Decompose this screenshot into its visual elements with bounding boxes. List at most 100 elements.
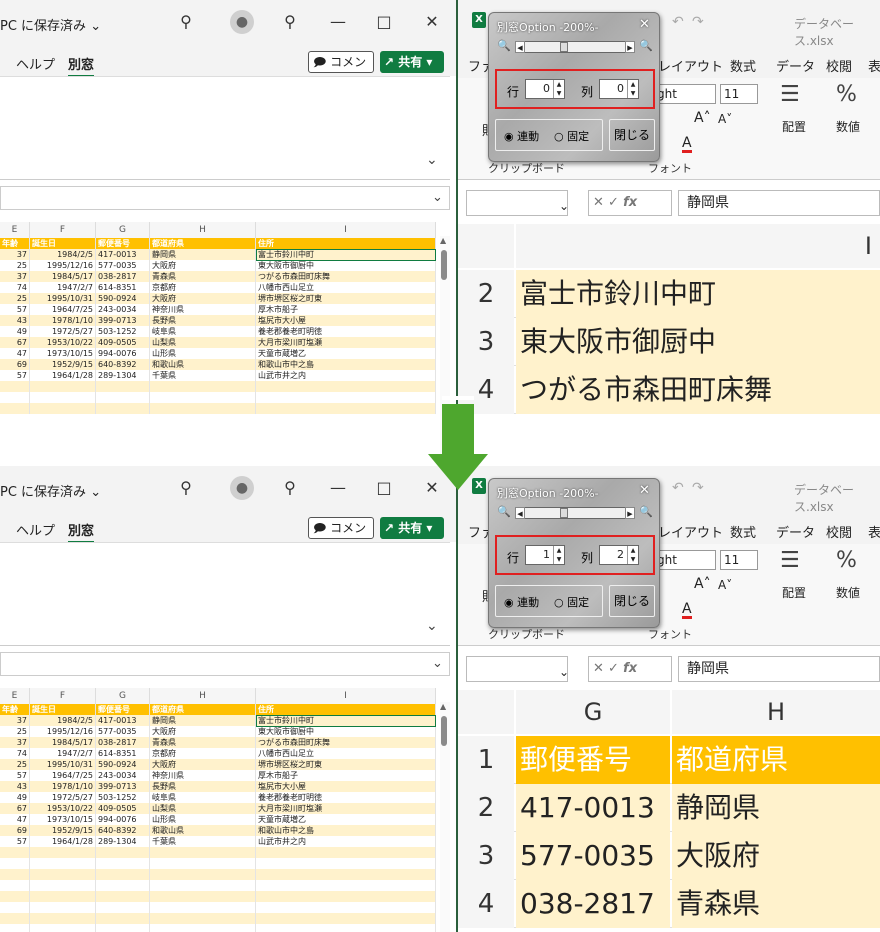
table-cell[interactable]: 長野県 xyxy=(150,781,256,792)
table-cell[interactable]: 1972/5/27 xyxy=(30,792,96,803)
dialog-close-button[interactable]: 閉じる xyxy=(609,585,655,617)
table-cell[interactable]: 37 xyxy=(0,271,30,282)
number-label[interactable]: 数値 xyxy=(836,584,860,601)
table-cell[interactable] xyxy=(150,869,256,880)
table-cell[interactable]: 山梨県 xyxy=(150,337,256,348)
spin-up-icon[interactable]: ▲ xyxy=(553,546,564,555)
table-cell[interactable]: 山形県 xyxy=(150,814,256,825)
header-cell[interactable]: 郵便番号 xyxy=(96,238,150,249)
table-cell[interactable]: 399-0713 xyxy=(96,315,150,326)
ribbon-tab[interactable]: レイアウト xyxy=(658,56,723,75)
zoom-knob[interactable] xyxy=(560,508,568,518)
table-row[interactable] xyxy=(0,902,436,913)
table-cell[interactable]: 養老郡養老町明徳 xyxy=(256,326,436,337)
table-cell[interactable]: 57 xyxy=(0,770,30,781)
fx-button[interactable]: ✕ ✓ fx xyxy=(588,190,672,216)
table-row[interactable] xyxy=(0,381,436,392)
table-cell[interactable]: 八幡市西山足立 xyxy=(256,748,436,759)
scroll-up-icon[interactable]: ▲ xyxy=(440,702,446,711)
spin-up-icon[interactable]: ▲ xyxy=(627,546,638,555)
spreadsheet-grid[interactable]: E F G H I 年齢 誕生日 郵便番号 都道府県 住所 37 1984/2/5 417-0013 静岡… xyxy=(0,222,456,466)
header-cell[interactable]: 誕生日 xyxy=(30,704,96,715)
redo-icon[interactable]: ↷ xyxy=(692,14,704,30)
table-cell[interactable]: 静岡県 xyxy=(150,249,256,260)
header-cell[interactable]: 住所 xyxy=(256,238,436,249)
ribbon-tab[interactable]: レイアウト xyxy=(658,522,723,541)
radio-linked[interactable]: ◉ 連動 xyxy=(504,128,539,144)
avatar-icon[interactable]: ● xyxy=(230,10,254,34)
table-cell[interactable] xyxy=(0,902,30,913)
column-header[interactable]: H xyxy=(672,690,880,734)
table-cell[interactable]: 京都府 xyxy=(150,282,256,293)
font-color-icon[interactable]: A xyxy=(682,136,692,153)
table-cell[interactable]: 養老郡養老町明徳 xyxy=(256,792,436,803)
align-icon[interactable]: ☰ xyxy=(780,548,800,573)
table-cell[interactable]: 大月市梁川町塩瀬 xyxy=(256,803,436,814)
menu-betsumado[interactable]: 別窓 xyxy=(68,54,95,77)
table-cell[interactable] xyxy=(150,902,256,913)
table-cell[interactable]: 大阪府 xyxy=(150,759,256,770)
table-cell[interactable]: つがる市森田町床舞 xyxy=(256,271,436,282)
table-cell[interactable]: 37 xyxy=(0,715,30,726)
table-cell[interactable] xyxy=(256,880,436,891)
table-cell[interactable]: 1995/10/31 xyxy=(30,293,96,304)
table-row[interactable]: 43 1978/1/10 399-0713 長野県 塩尻市大小屋 xyxy=(0,315,436,326)
table-cell[interactable] xyxy=(96,392,150,403)
row-number[interactable]: 3 xyxy=(458,832,514,880)
header-cell[interactable]: 郵便番号 xyxy=(96,704,150,715)
table-cell[interactable] xyxy=(96,902,150,913)
table-cell[interactable] xyxy=(30,381,96,392)
grow-font-icon[interactable]: A˄ xyxy=(694,110,711,126)
table-cell[interactable] xyxy=(256,858,436,869)
table-cell[interactable]: 大阪府 xyxy=(150,293,256,304)
header-cell[interactable]: 年齢 xyxy=(0,238,30,249)
shrink-font-icon[interactable]: A˅ xyxy=(718,578,732,592)
table-row[interactable]: 67 1953/10/22 409-0505 山梨県 大月市梁川町塩瀬 xyxy=(0,337,436,348)
table-row[interactable] xyxy=(0,392,436,403)
spreadsheet-grid[interactable]: E F G H I 年齢 誕生日 郵便番号 都道府県 住所 37 1984/2/5 417-0013 静岡… xyxy=(0,688,456,932)
table-cell[interactable]: 74 xyxy=(0,282,30,293)
table-cell[interactable] xyxy=(256,381,436,392)
chevron-down-icon[interactable]: ⌄ xyxy=(432,656,443,671)
table-cell[interactable]: 和歌山市中之島 xyxy=(256,825,436,836)
column-header[interactable]: I xyxy=(256,222,436,238)
zoom-slider[interactable]: 🔍 ◀ ▶ 🔍 xyxy=(497,505,653,521)
table-cell[interactable] xyxy=(0,392,30,403)
column-header[interactable]: G xyxy=(96,222,150,238)
select-all-corner[interactable] xyxy=(458,224,514,268)
table-cell[interactable]: 417-0013 xyxy=(96,715,150,726)
table-cell[interactable]: 神奈川県 xyxy=(150,304,256,315)
table-cell[interactable]: 大阪府 xyxy=(150,260,256,271)
table-cell[interactable]: 1973/10/15 xyxy=(30,348,96,359)
font-name-select[interactable]: ght xyxy=(654,550,716,570)
name-box[interactable]: ⌄ xyxy=(466,656,569,682)
ribbon-tab[interactable]: データ xyxy=(776,56,815,75)
table-row[interactable]: 1 郵便番号 都道府県 xyxy=(458,736,880,784)
zoom-knob[interactable] xyxy=(560,42,568,52)
table-cell[interactable]: 994-0076 xyxy=(96,814,150,825)
table-cell[interactable]: 417-0013 xyxy=(516,784,670,832)
table-cell[interactable]: 590-0924 xyxy=(96,293,150,304)
spin-up-icon[interactable]: ▲ xyxy=(553,80,564,89)
table-cell[interactable]: つがる市森田町床舞 xyxy=(256,737,436,748)
table-cell[interactable]: 東大阪市御厨中 xyxy=(256,726,436,737)
table-cell[interactable]: 郵便番号 xyxy=(516,736,670,784)
row-number[interactable]: 1 xyxy=(458,736,514,784)
table-cell[interactable]: 243-0034 xyxy=(96,770,150,781)
table-row[interactable]: 47 1973/10/15 994-0076 山形県 天童市蔵増乙 xyxy=(0,814,436,825)
table-cell[interactable]: 640-8392 xyxy=(96,825,150,836)
lightbulb-icon[interactable]: ⚲ xyxy=(278,10,302,34)
table-cell[interactable]: 厚木市船子 xyxy=(256,304,436,315)
percent-icon[interactable]: % xyxy=(836,82,857,107)
table-cell[interactable]: 57 xyxy=(0,836,30,847)
table-cell[interactable] xyxy=(256,891,436,902)
table-cell[interactable]: 山形県 xyxy=(150,348,256,359)
share-button[interactable]: ↗ 共有 ▾ xyxy=(380,51,444,73)
table-row[interactable] xyxy=(0,880,436,891)
redo-icon[interactable]: ↷ xyxy=(692,480,704,496)
table-cell[interactable]: 47 xyxy=(0,348,30,359)
table-cell[interactable]: 399-0713 xyxy=(96,781,150,792)
table-cell[interactable]: 577-0035 xyxy=(516,832,670,880)
ribbon-tab[interactable]: 校閲 xyxy=(826,522,852,541)
maximize-icon[interactable]: □ xyxy=(372,476,396,500)
